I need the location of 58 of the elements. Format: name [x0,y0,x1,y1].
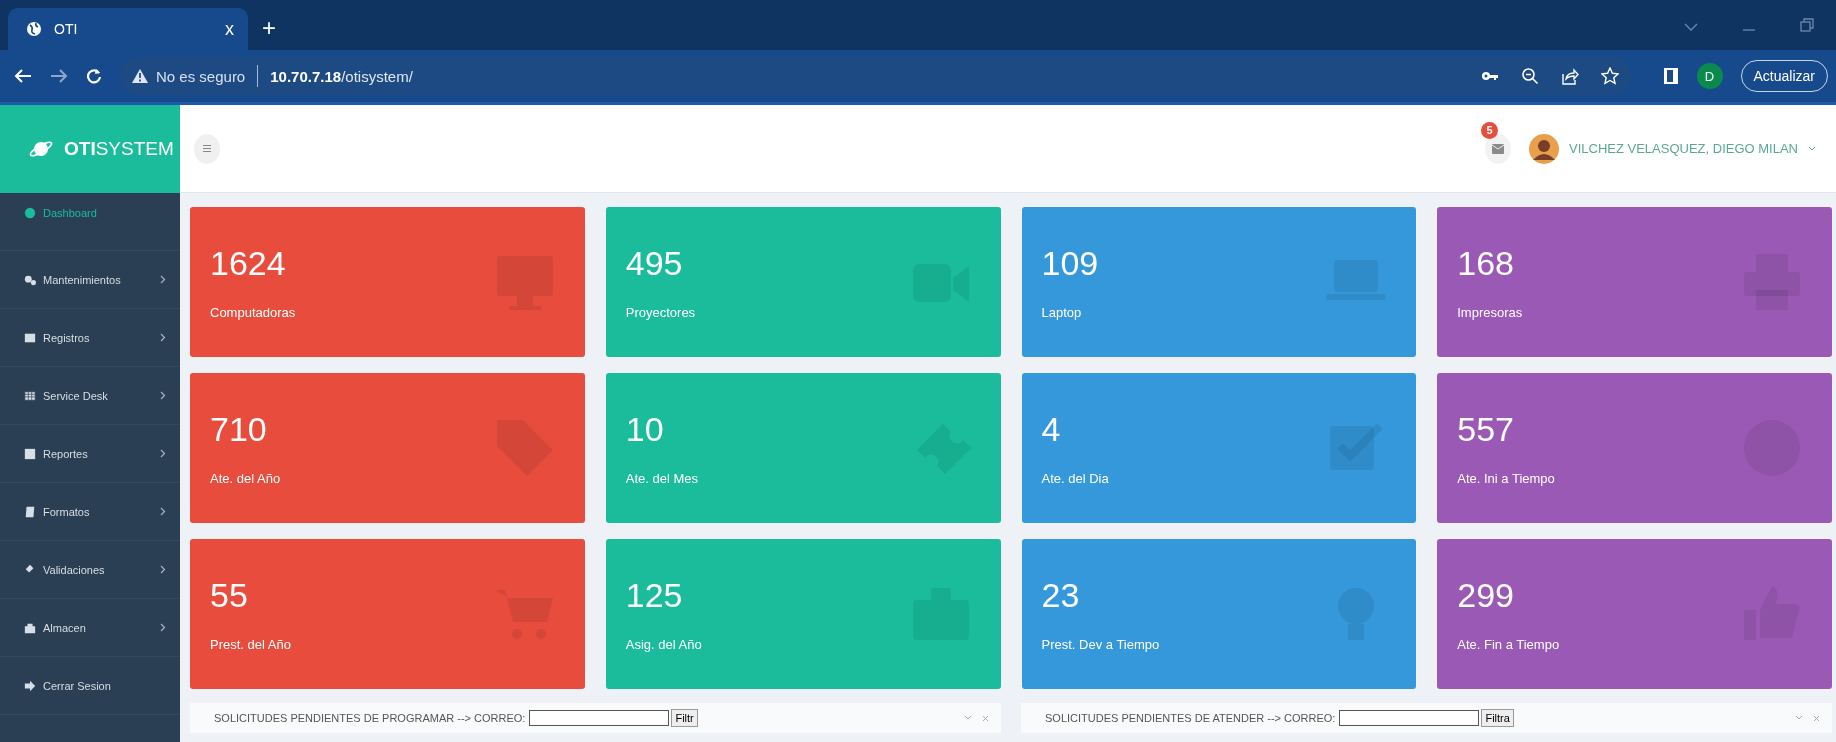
stat-value: 495 [625,244,684,283]
stat-label: Ate. del Mes [625,471,698,486]
share-icon[interactable] [1560,67,1579,85]
stat-value: 125 [625,576,684,615]
new-tab-button[interactable]: + [262,14,276,42]
chevron-down-icon [1808,145,1816,152]
chevron-down-icon [1684,22,1698,32]
stat-value: 4 [1041,410,1062,449]
key-icon[interactable] [1480,70,1499,82]
envelope-icon [1492,143,1504,154]
panel-title: SOLICITUDES PENDIENTES DE ATENDER --> CORREO: [1045,712,1336,724]
stat-label: Prest. Dev a Tiempo [1041,637,1160,652]
stat-value: 1624 [210,244,287,283]
tab-title: OTI [54,21,79,37]
star-icon[interactable] [1600,67,1619,85]
warning-icon [132,69,148,83]
stat-value: 23 [1041,576,1081,615]
url-text: 10.70.7.18/otisystem/ [270,67,413,85]
stat-value: 557 [1457,410,1515,449]
mail-button[interactable] [1485,133,1511,164]
forward-icon[interactable] [50,68,68,84]
avatar [1529,133,1559,164]
zoom-out-icon[interactable] [1520,67,1539,85]
profile-avatar[interactable]: D [1696,63,1723,89]
sidebar-icon[interactable] [1662,67,1679,85]
reload-icon[interactable] [86,68,102,84]
filter-button[interactable]: Filtr [671,709,698,727]
stat-label: Proyectores [625,305,696,320]
filter-button[interactable]: Filtra [1481,709,1514,727]
stat-label: Asig. del Año [625,637,702,652]
stat-label: Ate. del Año [210,471,281,486]
planet-icon [28,138,54,160]
panel-title: SOLICITUDES PENDIENTES DE PROGRAMAR --> CORREO: [214,712,526,724]
stat-value: 10 [625,410,665,449]
notification-badge: 5 [1481,121,1498,139]
stat-label: Ate. Fin a Tiempo [1457,637,1560,652]
stat-value: 710 [210,410,268,449]
security-warning: No es seguro [156,67,246,85]
address-field[interactable]: No es seguro 10.70.7.18/otisystem/ [120,57,1631,95]
restore-icon[interactable] [1800,18,1814,32]
browser-tab[interactable]: OTI x [8,8,248,50]
close-tab-button[interactable]: x [225,18,234,40]
stat-value: 299 [1457,576,1515,615]
stat-label: Impresoras [1457,305,1523,320]
globe-icon [26,21,42,37]
stat-label: Ate. del Dia [1041,471,1109,486]
stat-label: Computadoras [210,305,296,320]
stat-value: 55 [210,576,249,615]
menu-toggle-button[interactable] [194,133,220,164]
brand-name: OTISYSTEM [64,138,174,160]
stat-label: Prest. del Año [210,637,291,652]
email-field[interactable] [1339,710,1480,726]
stat-label: Ate. Ini a Tiempo [1457,471,1555,486]
stat-value: 168 [1457,244,1515,283]
stat-label: Laptop [1041,305,1083,320]
stat-value: 109 [1041,244,1099,283]
back-icon[interactable] [14,68,32,84]
email-field[interactable] [529,710,670,726]
